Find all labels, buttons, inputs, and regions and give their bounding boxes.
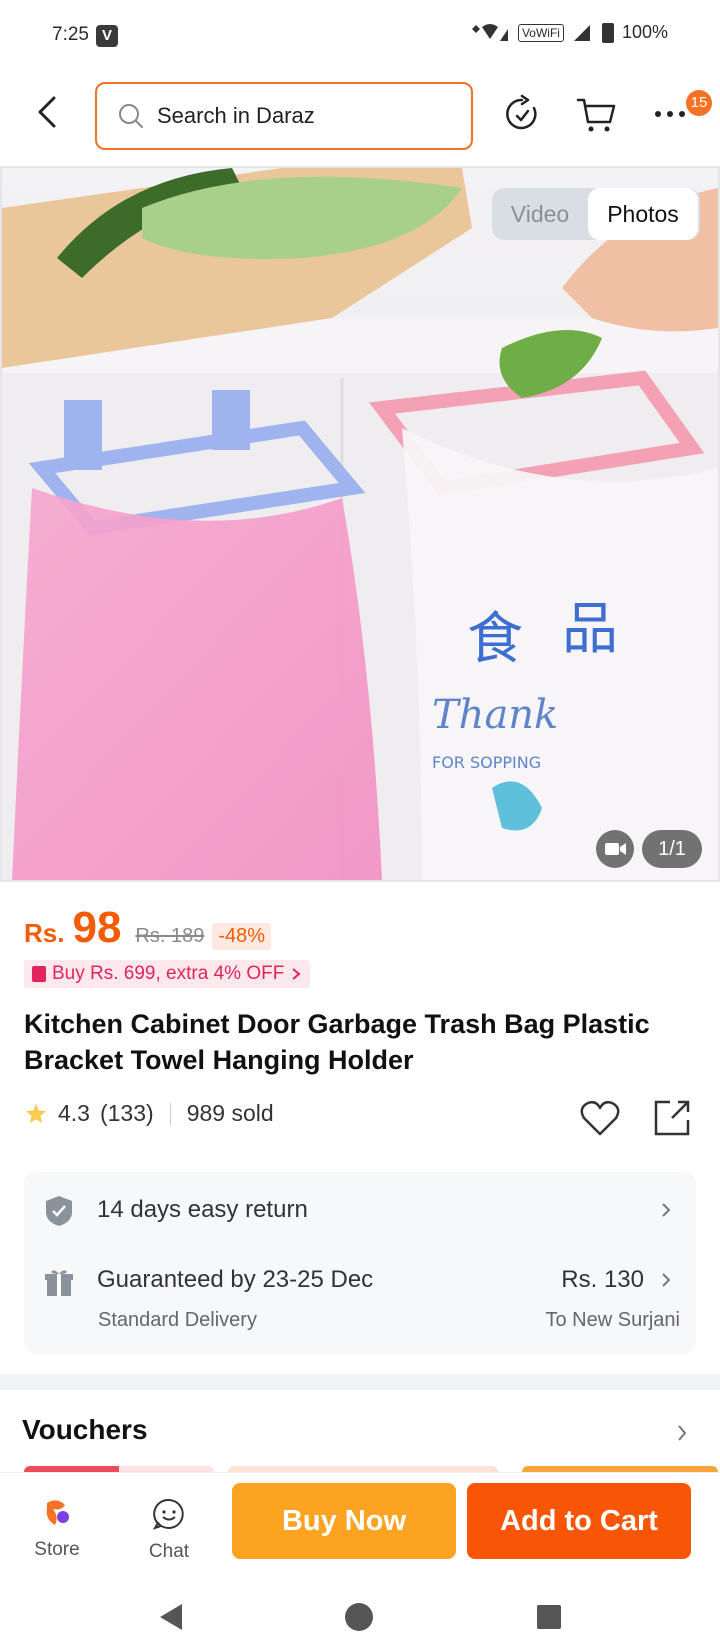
shield-check-icon: [46, 1196, 72, 1226]
signal-icon: [573, 24, 590, 41]
current-price: 98: [72, 903, 122, 952]
delivery-row[interactable]: Guaranteed by 23-25 Dec Standard Deliver…: [24, 1250, 696, 1354]
coupon-icon: [32, 966, 46, 982]
original-price: Rs. 189: [135, 925, 205, 947]
carrier-badge-icon: V: [96, 25, 118, 47]
svg-text:食: 食: [467, 607, 523, 672]
promo-chip[interactable]: Buy Rs. 699, extra 4% OFF: [24, 960, 311, 988]
cart-icon[interactable]: [574, 92, 618, 136]
rating-row[interactable]: 4.3 (133) 989 sold: [24, 1100, 274, 1127]
bottom-action-bar: Store Chat Buy Now Add to Cart: [0, 1472, 720, 1582]
rating-value: 4.3: [58, 1100, 90, 1126]
return-row[interactable]: 14 days easy return: [24, 1172, 696, 1244]
delivery-type: Standard Delivery: [98, 1309, 257, 1331]
bag-print-text: Thank: [432, 692, 558, 738]
vouchers-heading: Vouchers: [22, 1414, 148, 1445]
delivery-fee: Rs. 130: [561, 1266, 644, 1293]
video-camera-icon: [605, 843, 626, 855]
star-icon: [26, 1103, 46, 1123]
chevron-right-icon: [662, 1203, 671, 1217]
search-input[interactable]: Search in Daraz: [95, 82, 473, 150]
chat-button[interactable]: Chat: [134, 1497, 204, 1563]
image-counter: 1/1: [642, 830, 702, 868]
status-indicators: VoWiFi 100%: [470, 22, 668, 43]
top-nav: Search in Daraz 15: [0, 76, 720, 156]
chat-icon: [152, 1498, 184, 1530]
system-navigation-bar: [0, 1582, 720, 1650]
return-label: 14 days easy return: [97, 1196, 308, 1223]
service-info-card: 14 days easy return Guaranteed by 23-25 …: [24, 1172, 696, 1354]
chat-label: Chat: [148, 1541, 190, 1562]
divider: [169, 1102, 171, 1125]
status-time: 7:25: [52, 24, 89, 45]
wishlist-heart-icon[interactable]: [578, 1096, 622, 1140]
store-label: Store: [34, 1539, 80, 1560]
system-recents-icon[interactable]: [536, 1604, 562, 1630]
svg-text:品: 品: [562, 597, 618, 662]
vowifi-label: VoWiFi: [517, 23, 564, 42]
media-toggle: Video Photos: [492, 188, 700, 240]
store-icon: [46, 1500, 69, 1525]
product-image: Thank FOR SOPPING 食 品: [2, 168, 718, 880]
store-button[interactable]: Store: [22, 1497, 92, 1561]
chevron-right-icon: [292, 968, 301, 980]
discount-badge: -48%: [212, 923, 272, 950]
section-divider: [0, 1374, 720, 1390]
share-refresh-icon[interactable]: [500, 92, 544, 136]
product-image-gallery[interactable]: Thank FOR SOPPING 食 品 Video Photos 1/1: [0, 166, 720, 882]
search-icon: [119, 104, 143, 128]
promo-label: Buy Rs. 699, extra 4% OFF: [52, 963, 285, 984]
chevron-right-icon: [662, 1273, 671, 1287]
delivery-label: Guaranteed by 23-25 Dec: [97, 1266, 374, 1293]
sold-count: 989 sold: [186, 1100, 274, 1126]
price-currency: Rs.: [24, 918, 65, 948]
gift-box-icon: [45, 1270, 73, 1296]
bag-print-subtext: FOR SOPPING: [432, 753, 541, 772]
system-home-icon[interactable]: [344, 1602, 374, 1632]
share-icon[interactable]: [650, 1096, 694, 1140]
review-count: (133): [99, 1100, 154, 1126]
product-title: Kitchen Cabinet Door Garbage Trash Bag P…: [24, 1009, 650, 1075]
system-back-icon[interactable]: [156, 1602, 186, 1632]
buy-now-button[interactable]: Buy Now: [232, 1483, 456, 1559]
video-camera-button[interactable]: [596, 830, 634, 868]
more-options-icon[interactable]: [648, 92, 692, 136]
add-to-cart-button[interactable]: Add to Cart: [467, 1483, 691, 1559]
notification-badge: 15: [686, 90, 712, 116]
delivery-destination: To New Surjani: [545, 1309, 680, 1331]
battery-level: 100%: [621, 22, 668, 42]
chevron-right-icon[interactable]: [676, 1424, 688, 1442]
wifi-icon: [471, 23, 508, 41]
status-bar: 7:25 V VoWiFi 100%: [0, 0, 720, 72]
tab-photos[interactable]: Photos: [588, 188, 698, 240]
tab-video[interactable]: Video: [492, 188, 588, 240]
back-arrow-icon[interactable]: [28, 92, 68, 132]
battery-icon: [601, 22, 614, 43]
price-row: Rs. 98 Rs. 189 -48%: [24, 903, 272, 952]
search-placeholder: Search in Daraz: [157, 103, 315, 128]
